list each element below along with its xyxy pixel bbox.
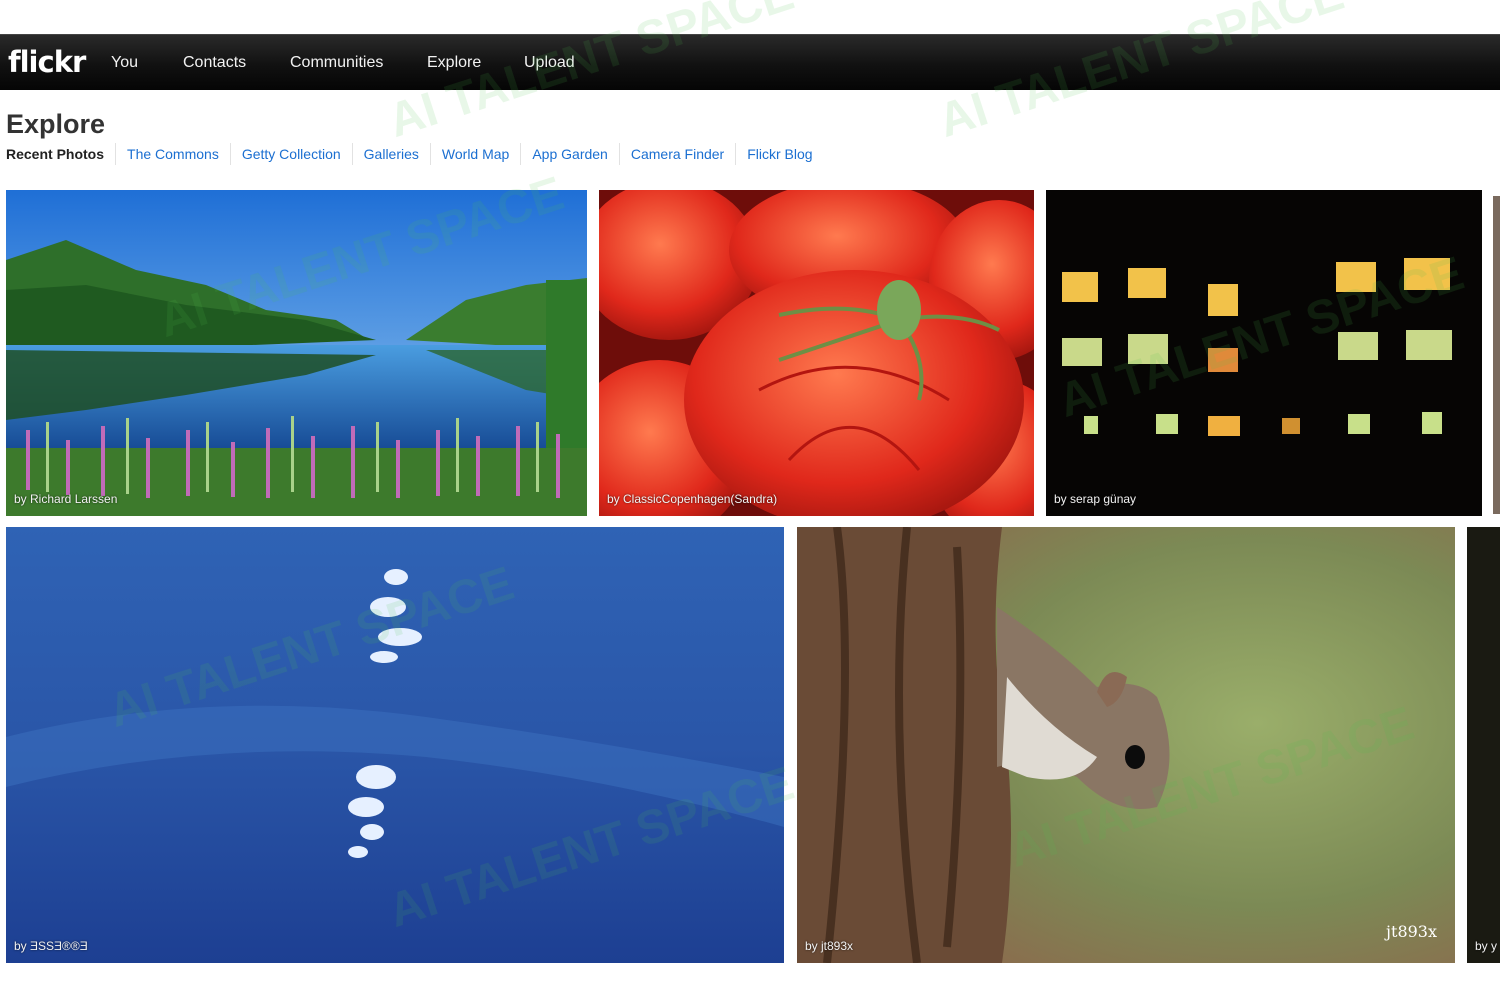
subnav-galleries[interactable]: Galleries: [351, 143, 430, 165]
photo-credit[interactable]: by ƎSSƎ®®Ǝ: [14, 939, 88, 953]
explore-subnav: Recent Photos The Commons Getty Collecti…: [6, 142, 824, 166]
photo-credit[interactable]: by ClassicCopenhagen(Sandra): [607, 492, 777, 506]
subnav-getty-collection[interactable]: Getty Collection: [229, 143, 352, 165]
nav-contacts[interactable]: Contacts: [183, 35, 246, 90]
subnav-the-commons[interactable]: The Commons: [115, 143, 230, 165]
subnav-app-garden[interactable]: App Garden: [520, 143, 619, 165]
subnav-camera-finder[interactable]: Camera Finder: [618, 143, 735, 165]
page-title: Explore: [6, 109, 106, 139]
nav-upload[interactable]: Upload: [524, 35, 575, 90]
photographer-signature: jt893x: [1386, 922, 1437, 941]
photo-credit[interactable]: by Richard Larssen: [14, 492, 117, 506]
photo-tile[interactable]: by ƎSSƎ®®Ǝ: [6, 527, 784, 963]
nav-communities[interactable]: Communities: [290, 35, 383, 90]
night-windows-image: [1046, 190, 1482, 516]
top-navigation-bar: flickr You Contacts Communities Explore …: [0, 34, 1500, 90]
nav-you[interactable]: You: [111, 35, 138, 90]
photo-tile[interactable]: by ClassicCopenhagen(Sandra): [599, 190, 1034, 516]
photo-tile[interactable]: by serap günay: [1046, 190, 1482, 516]
subnav-world-map[interactable]: World Map: [429, 143, 520, 165]
photo-tile-partial[interactable]: by y: [1467, 527, 1500, 963]
moonlit-water-image: [6, 527, 784, 963]
photo-tile[interactable]: by Richard Larssen: [6, 190, 587, 516]
squirrel-image: [797, 527, 1455, 963]
subnav-recent-photos[interactable]: Recent Photos: [6, 143, 115, 165]
photo-tile-partial[interactable]: [1493, 196, 1500, 514]
tomatoes-image: [599, 190, 1034, 516]
photo-credit[interactable]: by jt893x: [805, 939, 853, 953]
lake-landscape-image: [6, 190, 587, 516]
photo-tile[interactable]: jt893x by jt893x: [797, 527, 1455, 963]
flickr-logo[interactable]: flickr: [8, 46, 86, 78]
photo-credit[interactable]: by serap günay: [1054, 492, 1136, 506]
photo-credit[interactable]: by y: [1475, 939, 1497, 953]
subnav-flickr-blog[interactable]: Flickr Blog: [735, 143, 823, 165]
nav-explore[interactable]: Explore: [427, 35, 481, 90]
